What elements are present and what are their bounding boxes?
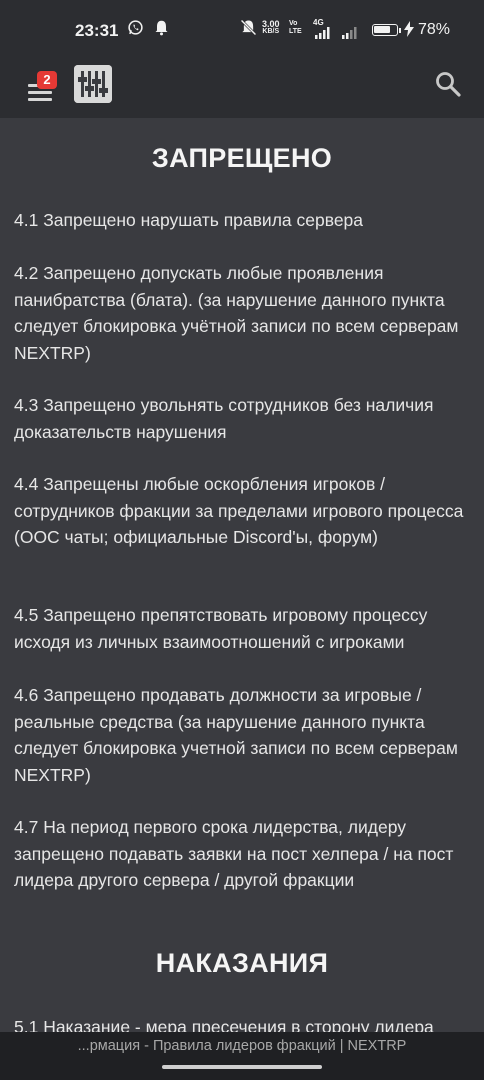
charging-icon xyxy=(404,21,414,41)
rule-item: 4.6 Запрещено продавать должности за игр… xyxy=(14,685,458,785)
whatsapp-icon xyxy=(127,19,144,40)
mute-icon xyxy=(240,19,257,40)
rule-item: 4.7 На период первого срока лидерства, л… xyxy=(14,817,454,890)
signal-icon xyxy=(342,26,358,43)
status-time: 23:31 xyxy=(75,21,119,40)
rule-item: 4.5 Запрещено препятствовать игровому пр… xyxy=(14,605,428,652)
volte-top: Vo xyxy=(289,20,298,27)
rule-item: 4.4 Запрещены любые оскорбления игроков … xyxy=(14,474,464,547)
page-caption-bar: ...рмация - Правила лидеров фракций | NE… xyxy=(0,1032,484,1080)
app-bar: 2 xyxy=(0,60,484,118)
article-content: ЗАПРЕЩЕНО 4.1 Запрещено нарушать правила… xyxy=(0,118,484,1032)
battery-percent: 78% xyxy=(418,21,451,38)
net-speed: 3.00 KB/S xyxy=(262,20,280,36)
section-title-forbidden: ЗАПРЕЩЕНО xyxy=(151,143,333,173)
rule-item: 4.3 Запрещено увольнять сотрудников без … xyxy=(14,395,434,442)
volte-indicator: Vo LTE xyxy=(289,20,302,36)
status-bar: 23:31 3.00 KB/S Vo LTE 4G 78% xyxy=(0,0,484,60)
notification-bell-icon xyxy=(154,19,169,40)
rule-item: 5.1 Наказание - мера пресечения в сторон… xyxy=(14,1017,434,1032)
signal-icon xyxy=(315,26,331,43)
page-caption[interactable]: ...рмация - Правила лидеров фракций | NE… xyxy=(0,1038,484,1054)
rule-item: 4.1 Запрещено нарушать правила сервера xyxy=(14,210,364,230)
notification-badge: 2 xyxy=(37,71,57,89)
search-icon xyxy=(434,72,462,102)
menu-button[interactable]: 2 xyxy=(26,71,57,102)
rule-item: 4.2 Запрещено допускать любые проявления… xyxy=(14,263,459,363)
search-button[interactable] xyxy=(434,70,464,100)
volte-bottom: LTE xyxy=(289,28,302,35)
home-indicator[interactable] xyxy=(162,1065,322,1069)
battery-tip xyxy=(399,28,401,33)
section-title-punishments: НАКАЗАНИЯ xyxy=(155,948,329,978)
battery-icon xyxy=(372,24,398,36)
net-speed-value: 3.00 xyxy=(262,19,280,29)
battery-fill xyxy=(374,26,390,33)
logo-icon[interactable] xyxy=(74,65,112,103)
net-speed-unit: KB/S xyxy=(262,28,280,35)
